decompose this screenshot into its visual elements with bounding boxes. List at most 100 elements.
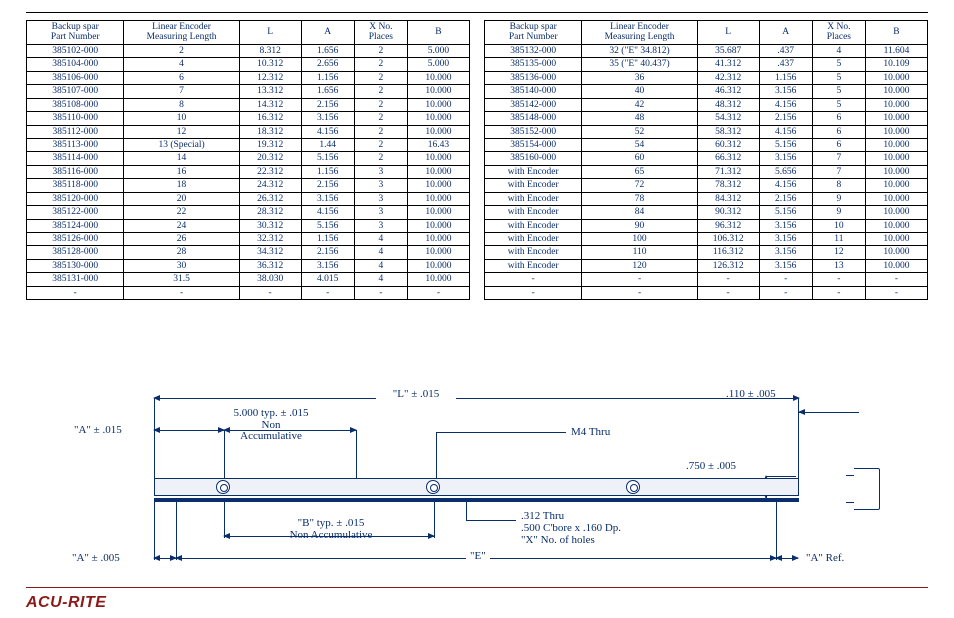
cell: 6: [812, 125, 865, 138]
cell: 10.000: [865, 152, 927, 165]
cell: 10.000: [865, 192, 927, 205]
brand-logo: ACU-RITE: [26, 594, 106, 612]
diagram: "L" ± .015 "A" ± .015 5.000 typ. ± .015N…: [26, 390, 928, 584]
cell: 32 ("E" 34.812): [582, 44, 697, 57]
cell: 4: [124, 58, 239, 71]
table-row: 385102-00028.3121.65625.000: [27, 44, 470, 57]
table-row: with Encoder9096.3123.1561010.000: [485, 219, 928, 232]
cell: 385152-000: [485, 125, 582, 138]
cell: 24: [124, 219, 239, 232]
col-header: X No.Places: [812, 21, 865, 45]
cell: 1.156: [301, 233, 354, 246]
cell: 10.000: [865, 219, 927, 232]
cell: 3.156: [759, 85, 812, 98]
cell: 14.312: [239, 98, 301, 111]
hole-1: [216, 480, 230, 494]
cell: 4: [354, 233, 407, 246]
cell: 385135-000: [485, 58, 582, 71]
cell: -: [759, 273, 812, 286]
cell: 385116-000: [27, 165, 124, 178]
cell: 385124-000: [27, 219, 124, 232]
cell: 60.312: [697, 138, 759, 151]
cell: 2: [354, 138, 407, 151]
cell: 2: [124, 44, 239, 57]
label-5typ: 5.000 typ. ± .015NonAccumulative: [201, 408, 341, 443]
label-110: .110 ± .005: [726, 388, 776, 400]
cell: 116.312: [697, 246, 759, 259]
cell: 385112-000: [27, 125, 124, 138]
cell: 16.43: [407, 138, 469, 151]
cell: 36: [582, 71, 697, 84]
cell: 385108-000: [27, 98, 124, 111]
cell: with Encoder: [485, 179, 582, 192]
dim-110-line: [799, 412, 859, 413]
cell: with Encoder: [485, 233, 582, 246]
cell: 10.000: [407, 233, 469, 246]
table-row: 385118-0001824.3122.156310.000: [27, 179, 470, 192]
label-m4: M4 Thru: [571, 426, 610, 438]
table-row: 385112-0001218.3124.156210.000: [27, 125, 470, 138]
cell: 10.000: [865, 138, 927, 151]
cell: -: [865, 286, 927, 299]
cell: 10.000: [407, 165, 469, 178]
cell: 24.312: [239, 179, 301, 192]
cell: 12.312: [239, 71, 301, 84]
cell: 10.000: [407, 98, 469, 111]
cell: 2: [354, 85, 407, 98]
cell: 385154-000: [485, 138, 582, 151]
cell: 385140-000: [485, 85, 582, 98]
table-row: 385136-0003642.3121.156510.000: [485, 71, 928, 84]
table-row: ------: [485, 273, 928, 286]
cell: 2.656: [301, 58, 354, 71]
cell: 385131-000: [27, 273, 124, 286]
cell: 10.000: [407, 273, 469, 286]
cell: 10: [124, 112, 239, 125]
cell: 13 (Special): [124, 138, 239, 151]
cell: 90.312: [697, 206, 759, 219]
label-Aref: "A" Ref.: [806, 552, 844, 564]
cell: 3.156: [301, 112, 354, 125]
table-row: 385160-0006066.3123.156710.000: [485, 152, 928, 165]
cell: with Encoder: [485, 219, 582, 232]
cell: 110: [582, 246, 697, 259]
cell: 385102-000: [27, 44, 124, 57]
cell: 8: [812, 179, 865, 192]
table-row: 385110-0001016.3123.156210.000: [27, 112, 470, 125]
cell: with Encoder: [485, 246, 582, 259]
table-row: with Encoder120126.3123.1561310.000: [485, 259, 928, 272]
cell: 10.000: [865, 233, 927, 246]
col-header: X No.Places: [354, 21, 407, 45]
col-header: Linear EncoderMeasuring Length: [582, 21, 697, 45]
cell: 8: [124, 98, 239, 111]
cell: -: [582, 273, 697, 286]
cell: -: [812, 286, 865, 299]
table-row: 385126-0002632.3121.156410.000: [27, 233, 470, 246]
cell: -: [485, 273, 582, 286]
table-row: 385128-0002834.3122.156410.000: [27, 246, 470, 259]
cell: 10.000: [865, 71, 927, 84]
cell: 52: [582, 125, 697, 138]
cell: 11: [812, 233, 865, 246]
table-row: 385130-0003036.3123.156410.000: [27, 259, 470, 272]
cell: 22: [124, 206, 239, 219]
table-row: with Encoder100106.3123.1561110.000: [485, 233, 928, 246]
cell: -: [124, 286, 239, 299]
cell: 2: [354, 58, 407, 71]
cell: 10.000: [407, 152, 469, 165]
ext-5typ: [356, 430, 357, 480]
cell: 31.5: [124, 273, 239, 286]
cell: 1.656: [301, 44, 354, 57]
cell: 9: [812, 206, 865, 219]
cell: -: [485, 286, 582, 299]
cell: 10.000: [865, 125, 927, 138]
cell: 46.312: [697, 85, 759, 98]
label-L: "L" ± .015: [376, 388, 456, 400]
cell: 10.000: [865, 112, 927, 125]
cell: 4.015: [301, 273, 354, 286]
cell: -: [697, 273, 759, 286]
dim-L-line: [154, 398, 799, 399]
cell: 10.000: [407, 206, 469, 219]
table-row: 385154-0005460.3125.156610.000: [485, 138, 928, 151]
cell: 2.156: [759, 192, 812, 205]
ext-E-right: [776, 498, 777, 560]
